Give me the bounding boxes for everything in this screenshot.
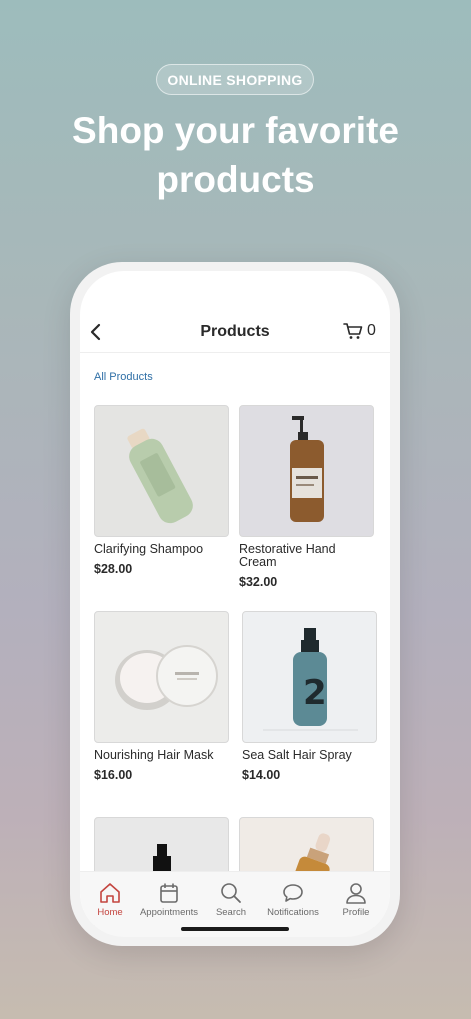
product-card[interactable]: Clarifying Shampoo $28.00 (94, 405, 230, 576)
home-indicator[interactable] (181, 927, 289, 931)
tab-label: Search (215, 907, 247, 918)
product-price: $28.00 (94, 562, 133, 576)
home-icon (100, 883, 120, 903)
product-card[interactable]: 2 Sea Salt Hair Spray $14.00 (242, 611, 378, 782)
phone-frame: Products 0 All Products Clarifying Shamp… (70, 262, 400, 946)
hero-title-line2: products (156, 159, 315, 200)
tab-notifications[interactable]: Notifications (258, 882, 328, 918)
online-shopping-badge: ONLINE SHOPPING (156, 64, 314, 95)
product-name[interactable]: Restorative Hand Cream (239, 543, 375, 569)
product-image[interactable] (94, 611, 229, 743)
tab-appointments[interactable]: Appointments (134, 882, 204, 918)
hero-title-line1: Shop your favorite (72, 110, 399, 151)
nav-bar: Products 0 (80, 271, 390, 353)
product-image[interactable] (239, 405, 374, 537)
cart-count: 0 (367, 322, 376, 339)
phone-screen: Products 0 All Products Clarifying Shamp… (80, 271, 390, 937)
tab-label: Appointments (139, 907, 199, 918)
product-image[interactable] (94, 405, 229, 537)
tab-label: Notifications (267, 907, 319, 918)
calendar-icon (160, 883, 178, 903)
svg-text:2: 2 (303, 673, 327, 713)
chat-bubble-icon (283, 884, 303, 902)
product-name[interactable]: Nourishing Hair Mask (94, 749, 230, 762)
search-icon (221, 883, 241, 903)
tab-label: Profile (342, 907, 370, 918)
tab-search[interactable]: Search (196, 882, 266, 918)
breadcrumb-all-products[interactable]: All Products (94, 371, 153, 383)
cart-icon (343, 323, 363, 339)
hair-mask-jar-illustration (115, 645, 218, 710)
product-name[interactable]: Clarifying Shampoo (94, 543, 230, 556)
product-card[interactable]: Nourishing Hair Mask $16.00 (94, 611, 230, 782)
spray-bottle-illustration: 2 (263, 628, 358, 731)
hero-headline: Shop your favorite products (20, 106, 451, 204)
amber-pump-bottle-illustration (290, 416, 324, 522)
tab-profile[interactable]: Profile (321, 882, 390, 918)
product-name[interactable]: Sea Salt Hair Spray (242, 749, 378, 762)
product-card[interactable]: Restorative Hand Cream $32.00 (239, 405, 375, 589)
cart-button[interactable]: 0 (343, 322, 376, 340)
product-price: $16.00 (94, 768, 133, 782)
product-price: $14.00 (242, 768, 281, 782)
product-image[interactable]: 2 (242, 611, 377, 743)
shampoo-bottle-illustration (127, 428, 193, 524)
person-icon (346, 883, 366, 904)
product-price: $32.00 (239, 575, 278, 589)
